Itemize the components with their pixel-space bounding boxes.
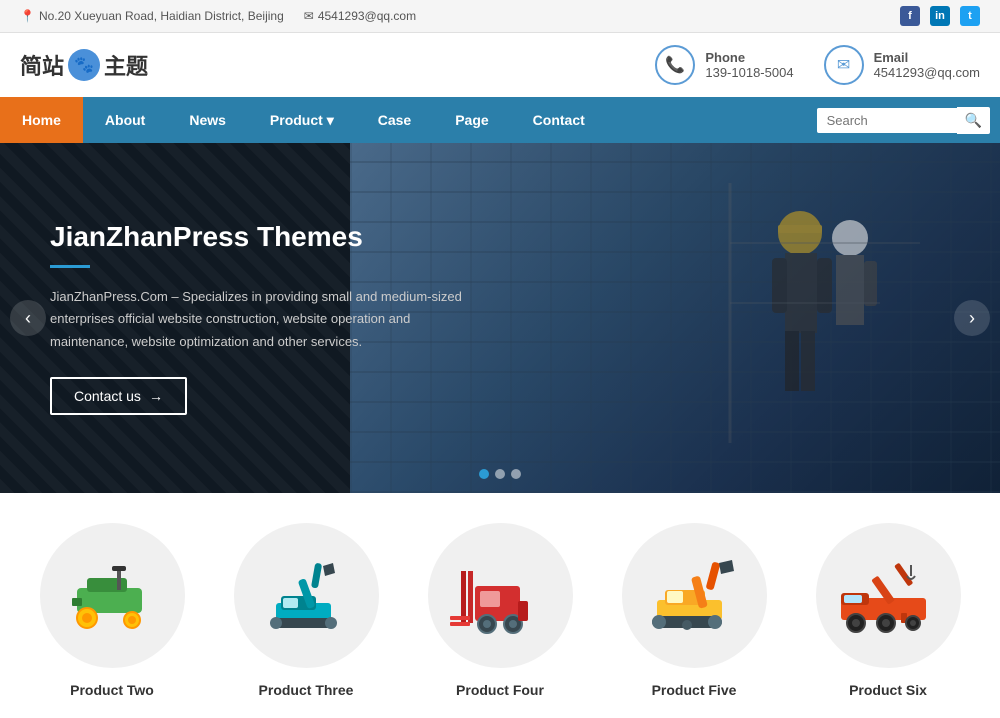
paw-icon: 🐾 [68, 49, 100, 81]
nav-page[interactable]: Page [433, 97, 510, 143]
product-five[interactable]: Product Five [602, 523, 786, 698]
product-three-name: Product Three [259, 682, 354, 698]
email-info: ✉ 4541293@qq.com [304, 9, 416, 23]
hero-dot-1[interactable] [479, 469, 489, 479]
header: 简站 🐾 主题 📞 Phone 139-1018-5004 ✉ Email 45… [0, 33, 1000, 97]
email-label: Email [874, 50, 980, 65]
hero-banner: ‹ JianZhanPress Themes JianZhanPress.Com… [0, 143, 1000, 493]
location-icon: 📍 [20, 9, 35, 23]
product-four-name: Product Four [456, 682, 544, 698]
phone-info: Phone 139-1018-5004 [705, 50, 793, 80]
phone-value: 139-1018-5004 [705, 65, 793, 80]
phone-icon: 📞 [655, 45, 695, 85]
nav-home[interactable]: Home [0, 97, 83, 143]
address-text: No.20 Xueyuan Road, Haidian District, Be… [39, 9, 284, 23]
product-five-circle [622, 523, 767, 668]
product-four[interactable]: Product Four [408, 523, 592, 698]
search-input[interactable] [817, 108, 957, 133]
product-six[interactable]: Product Six [796, 523, 980, 698]
lawn-mower-icon [57, 558, 167, 633]
product-three-circle [234, 523, 379, 668]
logo-text-left: 简站 [20, 49, 64, 81]
product-five-name: Product Five [652, 682, 737, 698]
product-six-name: Product Six [849, 682, 927, 698]
large-excavator-icon [637, 558, 752, 633]
top-bar-info: 📍 No.20 Xueyuan Road, Haidian District, … [20, 9, 416, 23]
hero-title: JianZhanPress Themes [50, 221, 470, 253]
product-four-circle [428, 523, 573, 668]
nav-product[interactable]: Product ▾ [248, 97, 356, 143]
workers-illustration [720, 183, 920, 443]
facebook-link[interactable]: f [900, 6, 920, 26]
logo[interactable]: 简站 🐾 主题 [20, 49, 148, 81]
email-contact: ✉ Email 4541293@qq.com [824, 45, 980, 85]
product-two-name: Product Two [70, 682, 154, 698]
hero-pagination [479, 469, 521, 479]
contact-us-label: Contact us [74, 388, 141, 404]
search-bar[interactable]: 🔍 [807, 99, 1000, 142]
email-text: 4541293@qq.com [318, 9, 416, 23]
linkedin-link[interactable]: in [930, 6, 950, 26]
header-contact: 📞 Phone 139-1018-5004 ✉ Email 4541293@qq… [655, 45, 980, 85]
nav-about[interactable]: About [83, 97, 167, 143]
nav-case[interactable]: Case [356, 97, 433, 143]
excavator-icon [251, 558, 361, 633]
nav-news[interactable]: News [167, 97, 248, 143]
hero-divider [50, 265, 90, 268]
product-two[interactable]: Product Two [20, 523, 204, 698]
arrow-icon: → [149, 388, 163, 404]
phone-contact: 📞 Phone 139-1018-5004 [655, 45, 793, 85]
hero-dot-3[interactable] [511, 469, 521, 479]
nav-contact[interactable]: Contact [511, 97, 607, 143]
hero-next-button[interactable]: › [954, 300, 990, 336]
forklift-icon [445, 556, 555, 636]
product-two-circle [40, 523, 185, 668]
crane-truck-icon [831, 558, 946, 633]
products-grid: Product Two [20, 523, 980, 698]
email-icon: ✉ [304, 9, 314, 23]
hero-dot-2[interactable] [495, 469, 505, 479]
hero-description: JianZhanPress.Com – Specializes in provi… [50, 286, 470, 352]
main-nav: Home About News Product ▾ Case Page Cont… [0, 97, 1000, 143]
top-bar: 📍 No.20 Xueyuan Road, Haidian District, … [0, 0, 1000, 33]
product-six-circle [816, 523, 961, 668]
contact-us-button[interactable]: Contact us → [50, 377, 187, 415]
phone-label: Phone [705, 50, 793, 65]
social-links: f in t [900, 6, 980, 26]
email-info: Email 4541293@qq.com [874, 50, 980, 80]
hero-content: JianZhanPress Themes JianZhanPress.Com –… [0, 221, 520, 414]
twitter-link[interactable]: t [960, 6, 980, 26]
products-section: Product Two [0, 493, 1000, 718]
email-envelope-icon: ✉ [824, 45, 864, 85]
address-info: 📍 No.20 Xueyuan Road, Haidian District, … [20, 9, 284, 23]
hero-prev-button[interactable]: ‹ [10, 300, 46, 336]
product-three[interactable]: Product Three [214, 523, 398, 698]
logo-text-right: 主题 [104, 49, 148, 81]
nav-items: Home About News Product ▾ Case Page Cont… [0, 97, 807, 143]
email-value: 4541293@qq.com [874, 65, 980, 80]
search-button[interactable]: 🔍 [957, 107, 990, 134]
